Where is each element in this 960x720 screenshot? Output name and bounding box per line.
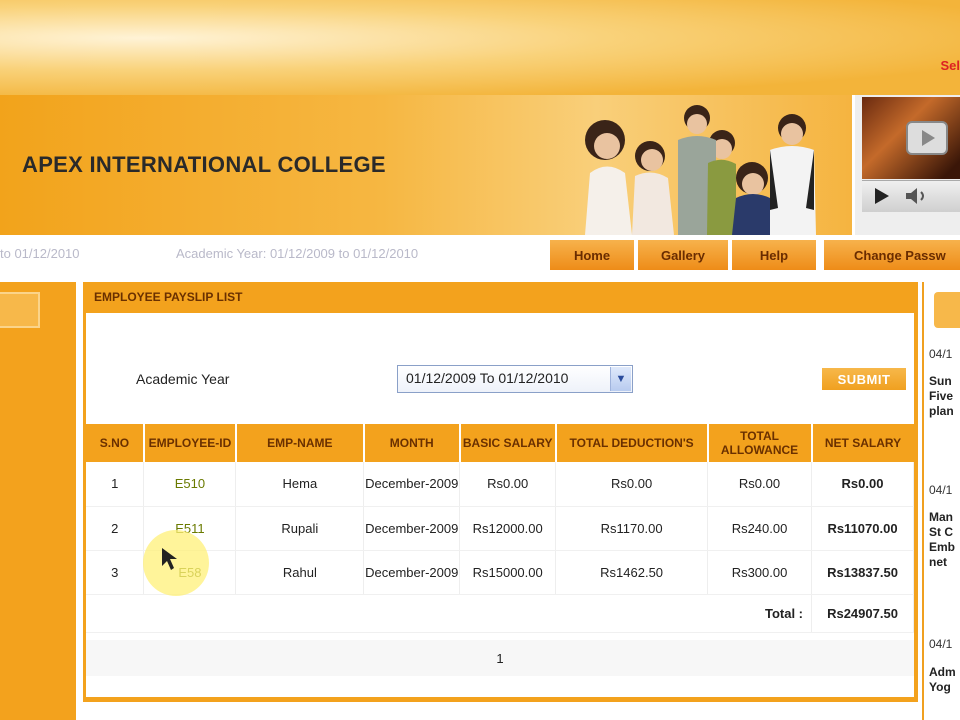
cell-basic: Rs12000.00 [459,506,557,551]
column-header: TOTAL DEDUCTION'S [555,424,709,462]
column-header: EMPLOYEE-ID [143,424,237,462]
cell-month: December-2009 [363,462,461,507]
cell-name: Rahul [235,550,365,595]
table-row: 2 E511 Rupali December-2009 Rs12000.00 R… [86,506,914,551]
students-image [585,105,816,235]
cell-allowance: Rs0.00 [707,462,812,507]
column-header: MONTH [363,424,461,462]
college-name: APEX INTERNATIONAL COLLEGE [22,152,386,177]
cell-month: December-2009 [363,506,461,551]
news-item[interactable]: Man St C Emb net [929,510,955,570]
play-overlay-icon[interactable] [905,120,949,156]
nav-home-button[interactable]: Home [550,240,636,270]
page-link[interactable]: 1 [496,651,503,666]
payslip-table: S.NO EMPLOYEE-ID EMP-NAME MONTH BASIC SA… [86,424,914,633]
cell-name: Hema [235,462,365,507]
cell-month: December-2009 [363,550,461,595]
news-date: 04/1 [929,637,953,651]
cell-name: Rupali [235,506,365,551]
cell-net: Rs0.00 [811,462,914,507]
total-label: Total : [86,594,812,633]
left-sidebar [0,282,76,720]
cell-sno: 1 [86,462,145,507]
panel-title: EMPLOYEE PAYSLIP LIST [94,290,243,304]
academic-year-select[interactable]: 01/12/2009 To 01/12/2010 [397,365,633,393]
cell-deduction: Rs0.00 [555,462,709,507]
volume-icon[interactable] [902,186,932,206]
cell-sno: 2 [86,506,145,551]
news-date: 04/1 [929,483,953,497]
nav-help-button[interactable]: Help [732,240,818,270]
nav-gallery-button[interactable]: Gallery [638,240,730,270]
cell-allowance: Rs300.00 [707,550,812,595]
cell-net: Rs13837.50 [811,550,914,595]
table-row: 1 E510 Hema December-2009 Rs0.00 Rs0.00 … [86,462,914,507]
column-header: S.NO [86,424,145,462]
news-item[interactable]: Adm Yog [929,665,956,695]
column-header: BASIC SALARY [459,424,557,462]
nav-change-password-button[interactable]: Change Passw [824,240,960,270]
table-row: 3 E58 Rahul December-2009 Rs15000.00 Rs1… [86,550,914,595]
total-value: Rs24907.50 [811,594,914,633]
submit-button[interactable]: SUBMIT [822,368,906,390]
news-date: 04/1 [929,347,953,361]
date-range: to 01/12/2010 [0,246,80,261]
cell-basic: Rs15000.00 [459,550,557,595]
column-header: NET SALARY [811,424,914,462]
cell-allowance: Rs240.00 [707,506,812,551]
play-icon[interactable] [870,186,892,206]
pagination: 1 [86,640,914,676]
top-banner [0,0,960,95]
column-header: TOTAL ALLOWANCE [707,424,813,462]
cell-deduction: Rs1170.00 [555,506,709,551]
academic-year-label: Academic Year [136,371,230,387]
column-header: EMP-NAME [235,424,365,462]
news-header-tab [934,292,960,328]
cell-employee-id-link[interactable]: E510 [143,462,237,507]
chevron-down-icon[interactable]: ▼ [610,367,631,391]
left-sidebar-tab[interactable] [0,292,40,328]
cell-sno: 3 [86,550,145,595]
academic-year-info: Academic Year: 01/12/2009 to 01/12/2010 [176,246,419,261]
cell-basic: Rs0.00 [459,462,557,507]
select-text[interactable]: Sel [940,58,960,73]
cell-net: Rs11070.00 [811,506,914,551]
news-item[interactable]: Sun Five plan [929,374,954,419]
cursor-icon [162,548,177,570]
total-row: Total : Rs24907.50 [86,594,914,633]
cell-deduction: Rs1462.50 [555,550,709,595]
